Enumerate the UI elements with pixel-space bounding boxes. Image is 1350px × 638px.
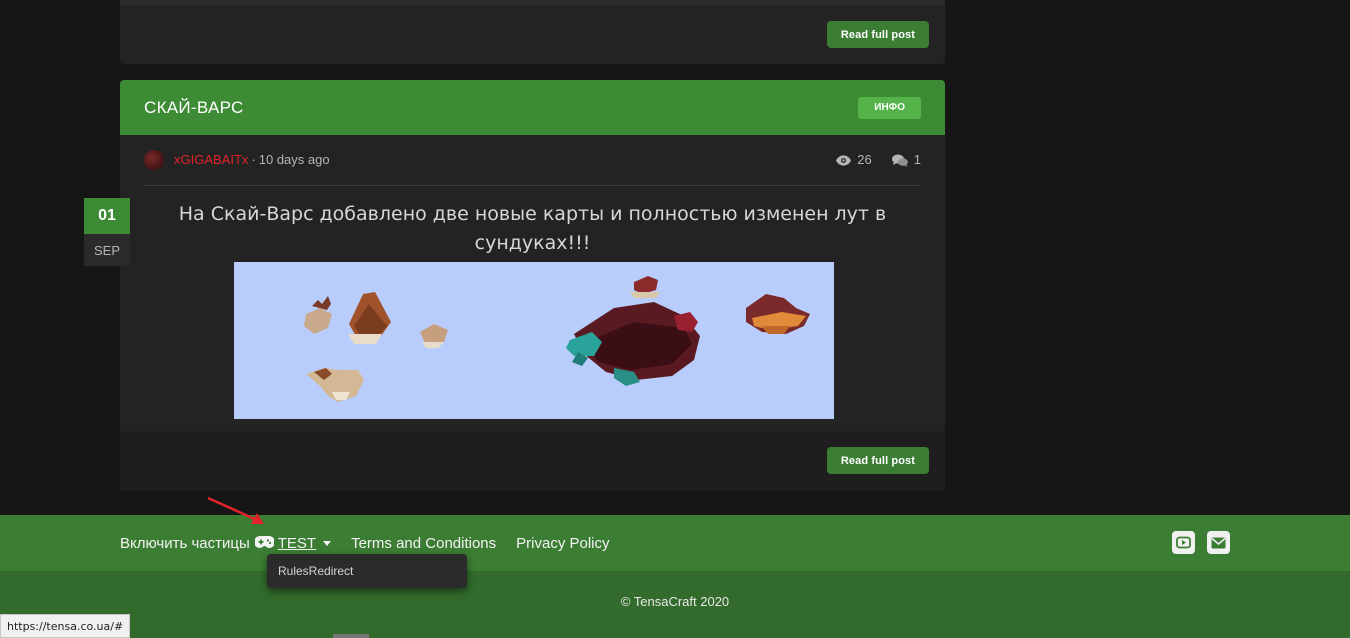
post-footer: Read full post bbox=[120, 431, 945, 491]
test-dropdown-menu: RulesRedirect bbox=[267, 554, 467, 588]
date-month: SEP bbox=[84, 234, 130, 266]
footer-bottom: © TensaCraft 2020 bbox=[0, 571, 1350, 638]
browser-status-url: https://tensa.co.ua/# bbox=[0, 614, 131, 638]
previous-post-content bbox=[120, 0, 945, 5]
test-dropdown-toggle[interactable]: TEST bbox=[253, 535, 332, 552]
terms-link[interactable]: Terms and Conditions bbox=[351, 535, 496, 552]
footer-nav: Включить частицы TEST Terms and Conditio… bbox=[0, 515, 1350, 571]
date-day: 01 bbox=[84, 198, 130, 234]
previous-post-card: Read full post bbox=[120, 0, 945, 64]
post-meta: xGIGABAITx · 10 days ago 26 1 bbox=[144, 150, 921, 186]
post-content: На Скай-Варс добавлено две новые карты и… bbox=[178, 203, 887, 254]
copyright: © TensaCraft 2020 bbox=[620, 594, 730, 609]
youtube-icon[interactable] bbox=[1172, 531, 1195, 554]
scrollbar-thumb[interactable] bbox=[333, 634, 369, 638]
read-full-post-button-previous[interactable]: Read full post bbox=[826, 21, 929, 48]
post-title[interactable]: СКАЙ-ВАРС bbox=[144, 98, 244, 118]
privacy-link[interactable]: Privacy Policy bbox=[516, 535, 609, 552]
post-time: 10 days ago bbox=[258, 152, 330, 167]
chevron-down-icon bbox=[323, 540, 332, 546]
views-count: 26 bbox=[857, 152, 872, 167]
post-image bbox=[234, 262, 834, 419]
social-links bbox=[1172, 531, 1230, 554]
read-full-post-button[interactable]: Read full post bbox=[826, 447, 929, 474]
meta-separator: · bbox=[251, 152, 256, 167]
dropdown-item-rules-redirect[interactable]: RulesRedirect bbox=[278, 564, 353, 578]
post-date: 01 SEP bbox=[84, 198, 130, 266]
post-card: СКАЙ-ВАРС ИНФО xGIGABAITx · 10 days ago … bbox=[120, 80, 945, 491]
comments-count: 1 bbox=[913, 152, 921, 167]
gamepad-icon bbox=[253, 535, 275, 552]
post-stats: 26 1 bbox=[836, 150, 921, 170]
category-badge[interactable]: ИНФО bbox=[858, 96, 921, 119]
eye-icon bbox=[836, 154, 852, 166]
particles-toggle-link[interactable]: Включить частицы bbox=[120, 535, 250, 552]
post-header: СКАЙ-ВАРС ИНФО bbox=[120, 80, 945, 135]
avatar[interactable] bbox=[144, 150, 164, 170]
annotation-arrow-icon bbox=[205, 495, 269, 532]
author-link[interactable]: xGIGABAITx bbox=[174, 150, 248, 170]
comments-icon bbox=[891, 154, 908, 167]
test-dropdown-label[interactable]: TEST bbox=[278, 535, 316, 552]
envelope-icon[interactable] bbox=[1207, 531, 1230, 554]
